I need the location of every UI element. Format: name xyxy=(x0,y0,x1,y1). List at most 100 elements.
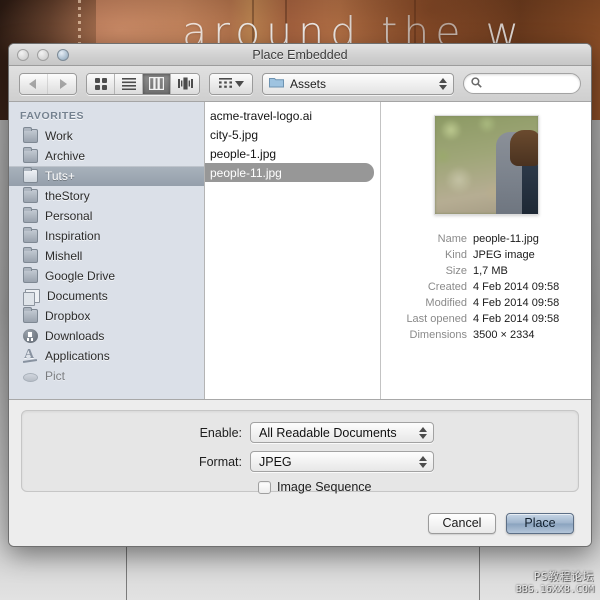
forward-button[interactable] xyxy=(48,73,76,94)
favorites-sidebar: FAVORITES Work Archive Tuts+ theStory Person… xyxy=(9,102,205,399)
sidebar-item-applications[interactable]: Applications xyxy=(9,346,204,366)
zoom-button[interactable] xyxy=(57,49,69,61)
sidebar-item-archive[interactable]: Archive xyxy=(9,146,204,166)
image-sequence-row[interactable]: Image Sequence xyxy=(22,480,578,494)
metadata-label: Dimensions xyxy=(409,329,467,341)
sidebar-item-personal[interactable]: Personal xyxy=(9,206,204,226)
enable-value: All Readable Documents xyxy=(259,425,397,440)
dialog-titlebar[interactable]: Place Embedded xyxy=(9,44,591,66)
action-grid-icon xyxy=(210,73,252,94)
metadata-row: Name people-11.jpg xyxy=(381,231,581,247)
path-popup-button[interactable]: Assets xyxy=(262,72,454,95)
minimize-button[interactable] xyxy=(37,49,49,61)
metadata-label: Created xyxy=(427,281,467,293)
folder-icon xyxy=(23,187,38,203)
file-list-column: acme-travel-logo.ai city-5.jpg people-1.jp… xyxy=(205,102,381,399)
download-icon xyxy=(23,329,38,343)
metadata-value: 4 Feb 2014 09:58 xyxy=(473,313,560,325)
options-panel: Enable: All Readable Documents Format: J… xyxy=(9,400,591,500)
navigation-segmented-control xyxy=(19,72,77,95)
folder-icon xyxy=(23,207,38,223)
metadata-label: Name xyxy=(437,233,467,245)
window-controls xyxy=(17,49,69,61)
dialog-footer: Cancel Place xyxy=(9,500,591,546)
list-view-button[interactable] xyxy=(115,73,143,94)
file-name: city-5.jpg xyxy=(210,127,259,142)
watermark: PS教程论坛 BBS.16XX8.COM xyxy=(515,570,594,595)
thumbnail-shirt xyxy=(521,162,538,214)
enable-popup-button[interactable]: All Readable Documents xyxy=(250,422,434,443)
thumbnail-hair xyxy=(509,130,538,166)
back-button[interactable] xyxy=(20,73,48,94)
applications-icon xyxy=(23,347,38,363)
search-icon xyxy=(471,75,482,93)
sidebar-item-label: Archive xyxy=(45,149,86,163)
metadata-row: Last opened 4 Feb 2014 09:58 xyxy=(381,311,581,327)
action-menu-button[interactable] xyxy=(209,72,253,95)
folder-icon xyxy=(23,247,38,263)
sidebar-item-work[interactable]: Work xyxy=(9,126,204,146)
file-browser: FAVORITES Work Archive Tuts+ theStory Person… xyxy=(9,102,591,400)
path-popup-stepper[interactable] xyxy=(436,75,450,93)
format-label: Format: xyxy=(198,454,242,469)
file-name: acme-travel-logo.ai xyxy=(210,108,313,123)
metadata-value: 4 Feb 2014 09:58 xyxy=(473,281,560,293)
search-field[interactable] xyxy=(463,73,581,94)
finder-toolbar: Assets xyxy=(9,66,591,102)
enable-row: Enable: All Readable Documents xyxy=(22,422,578,443)
image-sequence-checkbox[interactable] xyxy=(258,480,271,494)
file-list-item[interactable]: people-1.jpg xyxy=(205,144,380,163)
sidebar-item-label: Personal xyxy=(45,209,93,223)
file-list-item[interactable]: acme-travel-logo.ai xyxy=(205,106,380,125)
column-view-button[interactable] xyxy=(143,73,171,94)
thumbnail-person xyxy=(495,130,538,214)
folder-icon xyxy=(23,147,38,163)
enable-label: Enable: xyxy=(199,425,242,440)
metadata-row: Dimensions 3500 × 2334 xyxy=(381,327,581,343)
metadata-label: Last opened xyxy=(406,313,467,325)
coverflow-view-button[interactable] xyxy=(171,73,199,94)
search-input[interactable] xyxy=(486,77,571,90)
sidebar-item-thestory[interactable]: theStory xyxy=(9,186,204,206)
sidebar-item-label: Work xyxy=(45,129,73,143)
file-metadata: Name people-11.jpg Kind JPEG image Size 1,7 M… xyxy=(381,231,591,343)
favorites-header: FAVORITES xyxy=(20,110,85,122)
sidebar-item-downloads[interactable]: Downloads xyxy=(9,326,204,346)
sidebar-item-label: Applications xyxy=(45,349,110,363)
sidebar-item-label: theStory xyxy=(45,189,90,203)
sidebar-item-documents[interactable]: Documents xyxy=(9,286,204,306)
metadata-value: 4 Feb 2014 09:58 xyxy=(473,297,560,309)
place-embedded-dialog: Place Embedded Assets FAVORITES Work Arc… xyxy=(8,43,592,547)
file-list-item[interactable]: city-5.jpg xyxy=(205,125,380,144)
folder-icon xyxy=(269,75,284,93)
format-popup-button[interactable]: JPEG xyxy=(250,451,434,472)
metadata-row: Size 1,7 MB xyxy=(381,263,581,279)
sidebar-item-mishell[interactable]: Mishell xyxy=(9,246,204,266)
sidebar-item-inspiration[interactable]: Inspiration xyxy=(9,226,204,246)
sidebar-item-dropbox[interactable]: Dropbox xyxy=(9,306,204,326)
cancel-button[interactable]: Cancel xyxy=(428,512,496,534)
preview-pane: Name people-11.jpg Kind JPEG image Size 1,7 M… xyxy=(381,102,591,399)
folder-icon xyxy=(23,167,38,183)
sidebar-item-label: Mishell xyxy=(45,249,83,263)
sidebar-item-pict[interactable]: Pict xyxy=(9,366,204,386)
metadata-value: JPEG image xyxy=(473,249,535,261)
file-list: acme-travel-logo.ai city-5.jpg people-1.jp… xyxy=(205,106,380,182)
metadata-row: Kind JPEG image xyxy=(381,247,581,263)
sidebar-item-label: Tuts+ xyxy=(45,169,75,183)
sidebar-item-label: Inspiration xyxy=(45,229,101,243)
watermark-line-2: BBS.16XX8.COM xyxy=(515,583,594,595)
format-row: Format: JPEG xyxy=(22,451,578,472)
icon-view-button[interactable] xyxy=(87,73,115,94)
sidebar-item-tuts-[interactable]: Tuts+ xyxy=(9,166,204,186)
enable-stepper[interactable] xyxy=(416,424,430,442)
metadata-value: 3500 × 2334 xyxy=(473,329,535,341)
file-name: people-11.jpg xyxy=(210,165,282,180)
format-stepper[interactable] xyxy=(416,453,430,471)
folder-icon xyxy=(23,227,38,243)
place-button[interactable]: Place xyxy=(506,512,574,534)
image-sequence-label: Image Sequence xyxy=(277,480,372,494)
file-list-item[interactable]: people-11.jpg xyxy=(205,163,374,182)
close-button[interactable] xyxy=(17,49,29,61)
sidebar-item-google-drive[interactable]: Google Drive xyxy=(9,266,204,286)
